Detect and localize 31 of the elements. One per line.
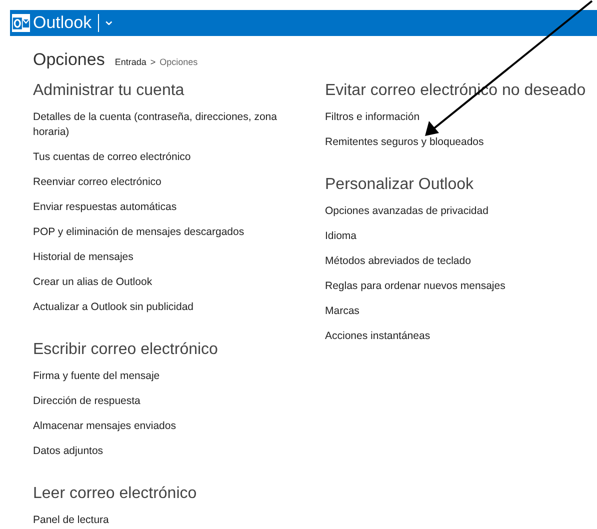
option-link[interactable]: Tus cuentas de correo electrónico — [33, 150, 303, 165]
page-title: Opciones — [33, 50, 105, 70]
option-link[interactable]: Marcas — [325, 304, 595, 319]
option-link[interactable]: Idioma — [325, 229, 595, 244]
breadcrumb-separator: > — [150, 57, 156, 67]
option-link[interactable]: Panel de lectura — [33, 513, 303, 528]
section-heading: Leer correo electrónico — [33, 485, 198, 503]
section-heading: Escribir correo electrónico — [33, 341, 219, 359]
option-link[interactable]: Firma y fuente del mensaje — [33, 369, 303, 384]
option-link[interactable]: Crear un alias de Outlook — [33, 275, 303, 290]
app-menu-button[interactable]: ⌄ — [98, 12, 120, 28]
option-link[interactable]: Almacenar mensajes enviados — [33, 419, 303, 434]
option-link[interactable]: Reglas para ordenar nuevos mensajes — [325, 279, 595, 294]
section-heading: Administrar tu cuenta — [33, 82, 186, 100]
option-link[interactable]: Acciones instantáneas — [325, 329, 595, 344]
breadcrumb-item[interactable]: Entrada — [114, 57, 146, 67]
app-name: Outlook — [33, 13, 92, 33]
option-link[interactable]: Historial de mensajes — [33, 250, 303, 265]
option-link[interactable]: Métodos abreviados de teclado — [325, 254, 595, 269]
option-link[interactable]: Reenviar correo electrónico — [33, 175, 303, 190]
option-link[interactable]: Datos adjuntos — [33, 444, 303, 459]
option-link[interactable]: Opciones avanzadas de privacidad — [325, 204, 595, 219]
section-heading: Personalizar Outlook — [325, 176, 475, 194]
breadcrumb-item: Opciones — [160, 57, 198, 67]
option-link[interactable]: Remitentes seguros y bloqueados — [325, 135, 595, 150]
option-link[interactable]: Dirección de respuesta — [33, 394, 303, 409]
option-link[interactable]: POP y eliminación de mensajes descargados — [33, 225, 303, 240]
option-link[interactable]: Detalles de la cuenta (contraseña, direcciones, zona horaria) — [33, 110, 303, 140]
option-link[interactable]: Enviar respuestas automáticas — [33, 200, 303, 215]
option-link[interactable]: Actualizar a Outlook sin publicidad — [33, 300, 303, 315]
option-link[interactable]: Filtros e información — [325, 110, 595, 125]
